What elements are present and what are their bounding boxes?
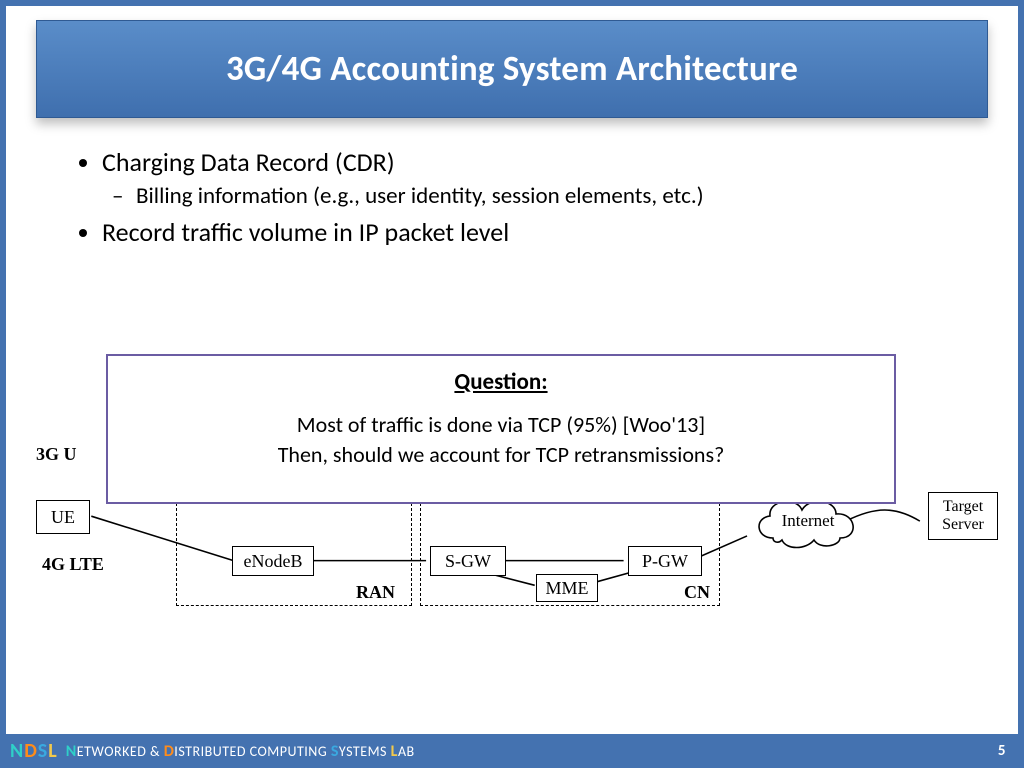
footer-initial-n: N bbox=[66, 742, 77, 761]
footer-initial-l: L bbox=[391, 742, 398, 761]
bullet-cdr-text: Charging Data Record (CDR) bbox=[102, 146, 395, 178]
bullet-cdr: Charging Data Record (CDR) Billing infor… bbox=[102, 146, 962, 210]
node-ue: UE bbox=[36, 500, 90, 534]
ndsl-logo: NDSL bbox=[10, 739, 56, 763]
footer-word-4: AB bbox=[398, 743, 415, 760]
node-target-server: TargetServer bbox=[928, 492, 998, 540]
node-sgw: S-GW bbox=[430, 546, 506, 576]
body-content: Charging Data Record (CDR) Billing infor… bbox=[6, 118, 1018, 248]
node-enodeb: eNodeB bbox=[232, 546, 314, 576]
footer-word-3: YSTEMS bbox=[339, 743, 391, 760]
page-number: 5 bbox=[998, 742, 1006, 760]
question-heading: Question: bbox=[128, 368, 874, 396]
node-pgw: P-GW bbox=[628, 546, 702, 576]
node-target-server-label: TargetServer bbox=[942, 498, 984, 533]
question-callout: Question: Most of traffic is done via TC… bbox=[106, 354, 896, 504]
node-mme: MME bbox=[536, 574, 598, 602]
zone-ran-label: RAN bbox=[356, 582, 395, 603]
label-4g: 4G LTE bbox=[42, 554, 104, 575]
label-3g: 3G U bbox=[36, 444, 77, 465]
lab-name: NDSL NETWORKED & DISTRIBUTED COMPUTING S… bbox=[10, 739, 415, 763]
bullet-cdr-sub: Billing information (e.g., user identity… bbox=[136, 182, 962, 210]
footer-word-1: ETWORKED & bbox=[77, 743, 164, 760]
slide: 3G/4G Accounting System Architecture Cha… bbox=[0, 0, 1024, 768]
question-line-1: Most of traffic is done via TCP (95%) [W… bbox=[128, 410, 874, 440]
zone-cn-label: CN bbox=[684, 582, 710, 603]
bullet-record-traffic: Record traffic volume in IP packet level bbox=[102, 216, 962, 248]
footer-bar: NDSL NETWORKED & DISTRIBUTED COMPUTING S… bbox=[0, 734, 1024, 768]
question-line-2: Then, should we account for TCP retransm… bbox=[128, 440, 874, 470]
footer-initial-s: S bbox=[331, 742, 339, 761]
slide-title: 3G/4G Accounting System Architecture bbox=[226, 48, 798, 90]
footer-initial-d: D bbox=[164, 742, 175, 761]
footer-word-2: ISTRIBUTED COMPUTING bbox=[174, 743, 331, 760]
title-bar: 3G/4G Accounting System Architecture bbox=[36, 20, 988, 118]
node-internet-label: Internet bbox=[782, 511, 835, 531]
